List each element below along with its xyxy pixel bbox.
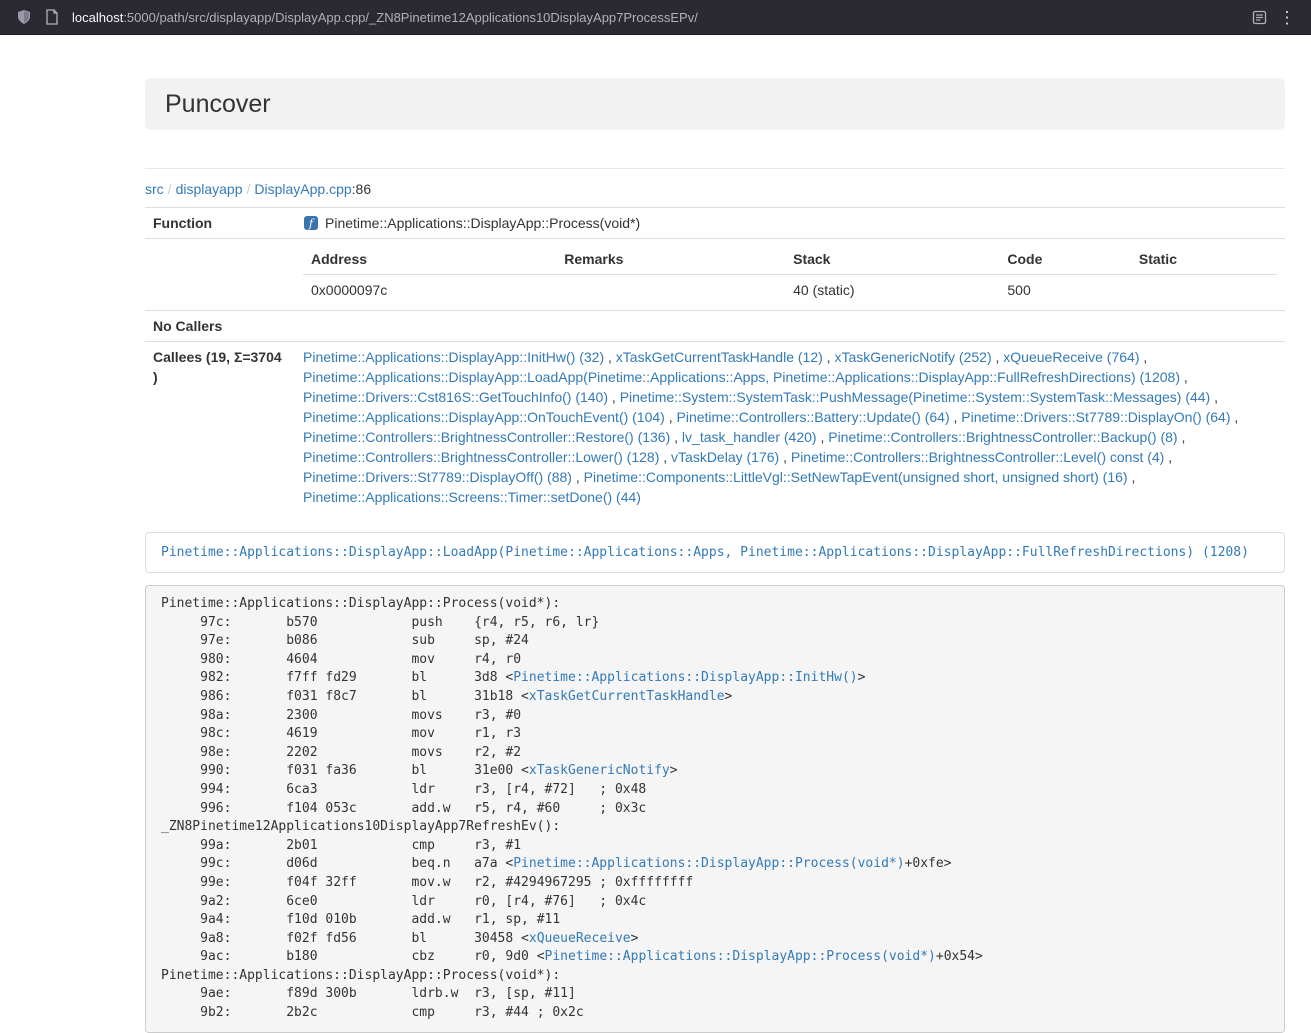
callees-row: Callees (19, Σ=3704 ) Pinetime::Applicat…: [145, 342, 1285, 513]
address-value: 0x0000097c: [303, 275, 556, 306]
selected-callee-box: Pinetime::Applications::DisplayApp::Load…: [145, 532, 1285, 573]
disasm-symbol-link[interactable]: xTaskGetCurrentTaskHandle: [529, 689, 725, 704]
selected-callee-link[interactable]: Pinetime::Applications::DisplayApp::Load…: [161, 545, 1249, 560]
url-host: localhost: [72, 10, 123, 25]
breadcrumb-line-number: :86: [352, 181, 371, 197]
shield-icon: [16, 9, 32, 25]
callees-list: Pinetime::Applications::DisplayApp::Init…: [295, 342, 1285, 513]
callee-link[interactable]: Pinetime::Controllers::Battery::Update()…: [677, 409, 950, 425]
metrics-table: Address Remarks Stack Code Static 0x0000…: [303, 244, 1277, 305]
col-header-static: Static: [1131, 244, 1277, 275]
reader-mode-icon[interactable]: [1245, 3, 1273, 31]
disasm-symbol-link[interactable]: xTaskGenericNotify: [529, 763, 670, 778]
callee-link[interactable]: Pinetime::Applications::DisplayApp::OnTo…: [303, 409, 665, 425]
function-icon: f: [303, 215, 319, 231]
document-icon: [45, 9, 59, 25]
col-header-remarks: Remarks: [556, 244, 785, 275]
code-value: 500: [999, 275, 1130, 306]
callee-link[interactable]: Pinetime::Drivers::St7789::DisplayOn() (…: [961, 409, 1230, 425]
breadcrumb-link[interactable]: src: [145, 181, 164, 197]
disasm-symbol-link[interactable]: Pinetime::Applications::DisplayApp::Init…: [513, 670, 857, 685]
tracking-shield-icon[interactable]: [10, 3, 38, 31]
kebab-menu-icon: ⋮: [1275, 9, 1300, 26]
metrics-value-row: 0x0000097c 40 (static) 500: [303, 275, 1277, 306]
metrics-header-row: Address Remarks Stack Code Static: [303, 244, 1277, 275]
page-title-box: Puncover: [145, 78, 1285, 130]
callee-link[interactable]: lv_task_handler (420): [682, 429, 817, 445]
callee-link[interactable]: xTaskGenericNotify (252): [834, 349, 991, 365]
callee-link[interactable]: vTaskDelay (176): [671, 449, 779, 465]
col-header-stack: Stack: [785, 244, 999, 275]
page-content: Puncover src/displayapp/DisplayApp.cpp:8…: [145, 78, 1285, 1033]
callee-link[interactable]: Pinetime::Applications::DisplayApp::Init…: [303, 349, 604, 365]
url-path: :5000/path/src/displayapp/DisplayApp.cpp…: [123, 10, 698, 25]
callee-link[interactable]: Pinetime::Controllers::BrightnessControl…: [303, 429, 670, 445]
callee-link[interactable]: Pinetime::Controllers::BrightnessControl…: [303, 449, 659, 465]
reader-icon: [1252, 10, 1267, 25]
callee-link[interactable]: Pinetime::Drivers::St7789::DisplayOff() …: [303, 469, 572, 485]
callee-link[interactable]: Pinetime::Components::LittleVgl::SetNewT…: [584, 469, 1128, 485]
metrics-label-empty: [145, 239, 295, 311]
col-header-code: Code: [999, 244, 1130, 275]
remarks-value: [556, 275, 785, 306]
page-info-icon[interactable]: [38, 3, 66, 31]
no-callers-label: No Callers: [145, 311, 295, 342]
callee-link[interactable]: Pinetime::System::SystemTask::PushMessag…: [620, 389, 1211, 405]
callee-link[interactable]: Pinetime::Applications::Screens::Timer::…: [303, 489, 641, 505]
breadcrumb-link[interactable]: displayapp: [176, 181, 243, 197]
disasm-symbol-link[interactable]: Pinetime::Applications::DisplayApp::Proc…: [513, 856, 904, 871]
callee-link[interactable]: xTaskGetCurrentTaskHandle (12): [616, 349, 823, 365]
disasm-symbol-link[interactable]: Pinetime::Applications::DisplayApp::Proc…: [545, 949, 936, 964]
url-input[interactable]: localhost:5000/path/src/displayapp/Displ…: [72, 10, 1245, 25]
breadcrumb-separator: /: [243, 181, 255, 197]
function-label: Function: [145, 208, 295, 239]
callee-link[interactable]: Pinetime::Controllers::BrightnessControl…: [828, 429, 1177, 445]
static-value: [1131, 275, 1277, 306]
disasm-symbol-link[interactable]: xQueueReceive: [529, 931, 631, 946]
callee-link[interactable]: Pinetime::Controllers::BrightnessControl…: [791, 449, 1164, 465]
page-title: Puncover: [165, 90, 1265, 118]
callee-link[interactable]: xQueueReceive (764): [1003, 349, 1139, 365]
breadcrumb: src/displayapp/DisplayApp.cpp:86: [145, 179, 1285, 199]
callee-link[interactable]: Pinetime::Drivers::Cst816S::GetTouchInfo…: [303, 389, 608, 405]
no-callers-row: No Callers: [145, 311, 1285, 342]
function-row: Function f Pinetime::Applications::Displ…: [145, 208, 1285, 239]
callees-label: Callees (19, Σ=3704 ): [145, 342, 295, 513]
metrics-row: Address Remarks Stack Code Static 0x0000…: [145, 239, 1285, 311]
col-header-address: Address: [303, 244, 556, 275]
breadcrumb-link[interactable]: DisplayApp.cpp: [254, 181, 351, 197]
browser-menu-icon[interactable]: ⋮: [1273, 3, 1301, 31]
function-info-table: Function f Pinetime::Applications::Displ…: [145, 207, 1285, 512]
function-cell: f Pinetime::Applications::DisplayApp::Pr…: [303, 213, 1277, 233]
breadcrumb-separator: /: [164, 181, 176, 197]
browser-toolbar: localhost:5000/path/src/displayapp/Displ…: [0, 0, 1311, 35]
function-name: Pinetime::Applications::DisplayApp::Proc…: [325, 213, 640, 233]
callee-link[interactable]: Pinetime::Applications::DisplayApp::Load…: [303, 369, 1180, 385]
divider: [145, 168, 1285, 169]
disassembly: Pinetime::Applications::DisplayApp::Proc…: [145, 585, 1285, 1033]
stack-value: 40 (static): [785, 275, 999, 306]
